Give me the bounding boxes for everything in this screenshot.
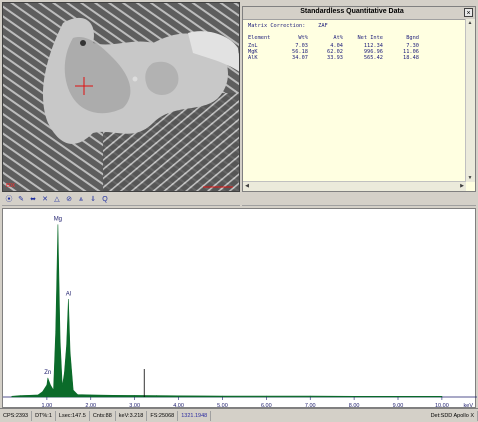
peak-icon[interactable]: ⊘	[64, 195, 74, 205]
table-row: AlK 34.07 33.93 565.42 18.48	[248, 55, 419, 61]
zoom-icon[interactable]: Q	[100, 195, 110, 205]
quant-data-window: Standardless Quantitative Data × Matrix …	[242, 6, 476, 192]
close-icon[interactable]: ×	[464, 8, 473, 17]
spectrum-point	[62, 386, 63, 387]
spectrum-point	[353, 396, 355, 397]
marker-icon[interactable]: ⇓	[88, 195, 98, 205]
spectrum-point	[397, 396, 399, 397]
status-lsec: Lsec:147.5	[56, 410, 90, 421]
status-detector: Det:SDD Apollo X	[428, 410, 478, 421]
toolbar-filler	[242, 194, 476, 206]
status-fs: FS:25068	[147, 410, 179, 421]
spectrum-point	[90, 394, 92, 396]
spectrum-point	[156, 395, 157, 396]
spectrum-point	[11, 396, 13, 397]
triangle-icon[interactable]: △	[52, 195, 62, 205]
scroll-left-icon[interactable]: ◀	[243, 182, 251, 190]
spectrum-point	[309, 395, 311, 397]
sem-image[interactable]: EDX	[2, 2, 240, 192]
spectrum-point	[42, 391, 43, 393]
spectrum-point	[55, 331, 56, 332]
spectrum-point	[20, 395, 21, 396]
peak-label-mg: Mg	[54, 217, 62, 223]
quant-title: Standardless Quantitative Data	[300, 8, 404, 15]
spectrum-point	[29, 395, 30, 396]
spectrum-point	[134, 395, 135, 396]
vertical-scrollbar[interactable]: ▲ ▼	[465, 19, 475, 182]
horizontal-scrollbar[interactable]: ◀ ▶	[243, 181, 466, 191]
spectrum-chart[interactable]: 1.00 2.00 3.00 4.00 5.00 6.00 7.00 8.00 9.00 10.0…	[2, 208, 477, 409]
spectrum-point	[66, 344, 67, 346]
spectrum-point	[57, 224, 59, 225]
zoom-in-icon[interactable]: ⦿	[4, 195, 14, 205]
spectrum-point	[37, 394, 39, 396]
spectrum-point	[178, 395, 179, 397]
tool-icon[interactable]: ✎	[16, 195, 26, 205]
spectrum-point	[77, 394, 78, 395]
spectrum-point	[72, 389, 74, 391]
spectrum-toolbar: ⦿ ✎ ⬌ ✕ △ ⊘ ⩓ ⇓ Q	[2, 194, 240, 206]
status-cnts: Cnts:88	[90, 410, 116, 421]
status-kev: keV:3.218	[116, 410, 148, 421]
arrows-icon[interactable]: ⬌	[28, 195, 38, 205]
peak-label-zn: Zn	[44, 370, 51, 376]
spectrum-point	[69, 351, 71, 353]
scroll-right-icon[interactable]: ▶	[458, 182, 466, 190]
spectrum-point	[53, 389, 54, 391]
scroll-down-icon[interactable]: ▼	[466, 174, 474, 182]
expand-icon[interactable]: ✕	[40, 195, 50, 205]
quant-body: Matrix Correction: ZAF Element Wt% At% N…	[243, 19, 466, 182]
spectrum-point	[222, 395, 223, 397]
spectrum-point	[112, 395, 113, 396]
spectrum-point	[68, 299, 69, 300]
status-cps: CPS:2393	[0, 410, 33, 421]
sem-tag: EDX	[6, 183, 16, 189]
spectrum-point	[64, 372, 65, 374]
status-dt: DT%:1	[32, 410, 56, 421]
spectrum-point	[266, 395, 267, 397]
scroll-up-icon[interactable]: ▲	[466, 19, 474, 27]
spectrum-series-line	[11, 224, 443, 398]
peak-label-al: Al	[66, 291, 71, 297]
label-icon[interactable]: ⩓	[76, 195, 86, 205]
spectrum-point	[59, 339, 61, 341]
spectrum-point	[441, 396, 443, 397]
status-counter: 1321.1948	[178, 410, 212, 421]
spectrum-point	[47, 377, 49, 379]
spectrum-point	[50, 384, 51, 386]
spectrum-svg: 1.00 2.00 3.00 4.00 5.00 6.00 7.00 8.00 9.00 10.0…	[3, 217, 477, 409]
micrograph	[3, 3, 239, 191]
spectrum-point	[46, 384, 48, 386]
status-bar: CPS:2393 DT%:1 Lsec:147.5 Cnts:88 keV:3.…	[0, 408, 478, 422]
